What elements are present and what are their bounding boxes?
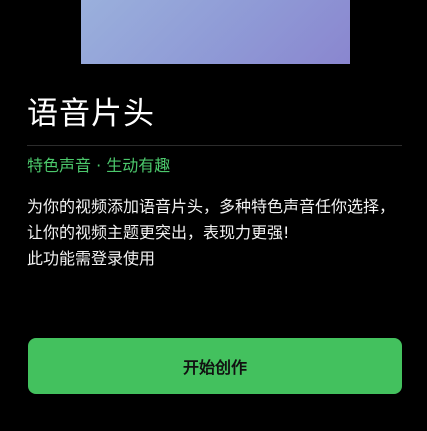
page-title: 语音片头	[27, 96, 155, 132]
feature-tagline: 特色声音 · 生动有趣	[27, 156, 171, 175]
divider	[27, 145, 402, 146]
login-required-note: 此功能需登录使用	[27, 249, 156, 268]
feature-description-block: 为你的视频添加语音片头，多种特色声音任你选择，让你的视频主题更突出，表现力更强!…	[27, 194, 405, 272]
feature-preview-banner	[81, 0, 350, 64]
start-creating-button[interactable]: 开始创作	[28, 338, 402, 394]
feature-description: 为你的视频添加语音片头，多种特色声音任你选择，让你的视频主题更突出，表现力更强!	[27, 197, 396, 242]
